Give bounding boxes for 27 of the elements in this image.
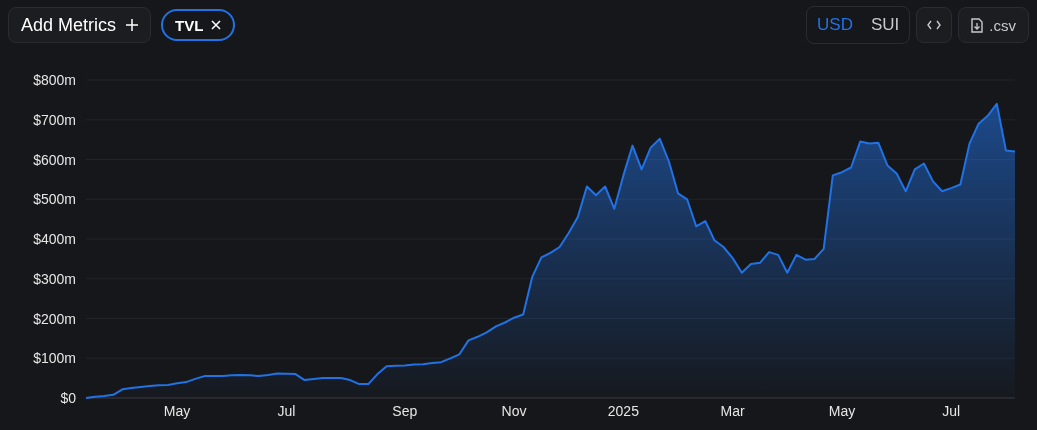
currency-option[interactable]: USD xyxy=(817,15,853,35)
axis-label: $800m xyxy=(33,72,76,88)
axis-label: $700m xyxy=(33,111,76,128)
add-metrics-button[interactable]: Add Metrics xyxy=(8,7,152,43)
axis-label: Sep xyxy=(392,403,418,419)
axis-label: $500m xyxy=(33,191,76,208)
axis-label: Mar xyxy=(720,403,745,419)
plus-icon xyxy=(126,19,139,31)
axis-label: Jul xyxy=(942,403,961,419)
embed-button[interactable] xyxy=(916,7,953,43)
code-icon xyxy=(927,20,942,30)
axis-label: Nov xyxy=(501,403,527,419)
axis-label: $0 xyxy=(60,390,76,406)
csv-button[interactable]: .csv xyxy=(958,7,1029,43)
axis-label: $100m xyxy=(33,350,76,367)
close-icon xyxy=(211,20,222,30)
axis-label: $600m xyxy=(33,151,76,168)
currency-option[interactable]: SUI xyxy=(871,15,900,35)
axis-label: May xyxy=(828,403,856,419)
file-download-icon xyxy=(971,17,984,33)
axis-label: Jul xyxy=(277,403,296,419)
axis-label: $300m xyxy=(33,270,76,287)
axis-label: $400m xyxy=(33,231,76,247)
axis-label: $200m xyxy=(33,310,76,327)
metric-chip[interactable]: TVL xyxy=(161,9,236,41)
axis-label: May xyxy=(163,403,191,419)
axis-label: 2025 xyxy=(607,403,639,419)
